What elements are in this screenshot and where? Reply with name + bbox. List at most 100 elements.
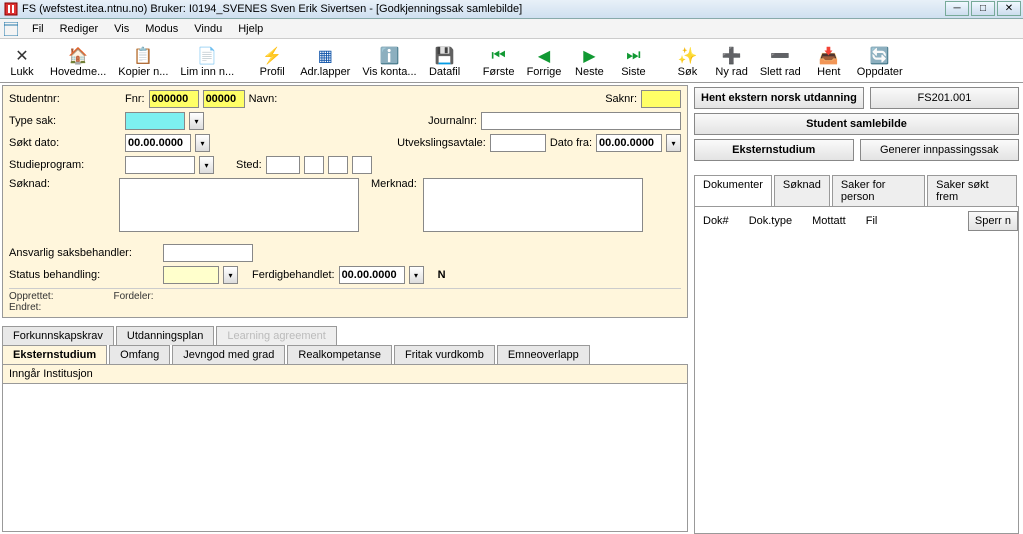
col-dok: Dok#	[703, 215, 729, 227]
journalnr-label: Journalnr:	[367, 115, 477, 127]
tb-hovedme-label: Hovedme...	[50, 66, 106, 78]
first-icon: ⏮	[491, 46, 505, 66]
tb-adrlapper-label: Adr.lapper	[300, 66, 350, 78]
dato-fra-input[interactable]	[596, 134, 662, 152]
btn-sperr[interactable]: Sperr n	[968, 211, 1018, 231]
saknr-input[interactable]	[641, 90, 681, 108]
status-label: Status behandling:	[9, 269, 159, 281]
col-mottatt: Mottatt	[812, 215, 846, 227]
menu-vis[interactable]: Vis	[106, 21, 137, 37]
rtab-saker-sokt-frem[interactable]: Saker søkt frem	[927, 175, 1017, 206]
sted-input-2[interactable]	[304, 156, 324, 174]
tb-nyrad[interactable]: ➕Ny rad	[709, 39, 753, 82]
delete-row-icon: ➖	[770, 46, 790, 66]
tb-viskonta[interactable]: ℹ️Vis konta...	[356, 39, 422, 82]
ferdig-dato-dropdown[interactable]: ▾	[409, 266, 424, 284]
fnr2-input[interactable]	[203, 90, 245, 108]
rtab-soknad[interactable]: Søknad	[774, 175, 830, 206]
tb-siste[interactable]: ⏭Siste	[611, 39, 655, 82]
btn-student-samlebilde[interactable]: Student samlebilde	[694, 113, 1019, 135]
tab-omfang[interactable]: Omfang	[109, 345, 170, 364]
paste-icon: 📄	[197, 46, 217, 66]
lightning-icon: ⚡	[262, 46, 282, 66]
tb-liminn[interactable]: 📄Lim inn n...	[174, 39, 240, 82]
menu-bar: Fil Rediger Vis Modus Vindu Hjelp	[0, 19, 1023, 39]
dato-fra-dropdown[interactable]: ▾	[666, 134, 681, 152]
tab-fritak[interactable]: Fritak vurdkomb	[394, 345, 495, 364]
tb-lukk[interactable]: ✕Lukk	[0, 39, 44, 82]
tb-hent[interactable]: 📥Hent	[807, 39, 851, 82]
tb-slettrad-label: Slett rad	[760, 66, 801, 78]
upper-tabstrip: Forkunnskapskrav Utdanningsplan Learning…	[2, 326, 688, 345]
studieprogram-input[interactable]	[125, 156, 195, 174]
detail-header: Inngår Institusjon	[3, 365, 687, 384]
sted-input-4[interactable]	[352, 156, 372, 174]
menu-fil[interactable]: Fil	[24, 21, 52, 37]
mdi-window-icon[interactable]	[4, 22, 18, 36]
btn-hent-ekstern[interactable]: Hent ekstern norsk utdanning	[694, 87, 864, 109]
status-input[interactable]	[163, 266, 219, 284]
window-close-button[interactable]: ✕	[997, 1, 1021, 16]
tab-emneoverlapp[interactable]: Emneoverlapp	[497, 345, 590, 364]
tab-realkompetanse[interactable]: Realkompetanse	[287, 345, 392, 364]
sted-input-1[interactable]	[266, 156, 300, 174]
sokt-dato-dropdown[interactable]: ▾	[195, 134, 210, 152]
rtab-saker-person[interactable]: Saker for person	[832, 175, 925, 206]
tb-forste[interactable]: ⏮Første	[477, 39, 521, 82]
merknad-textarea[interactable]	[423, 178, 643, 232]
btn-generer-innpassingssak[interactable]: Generer innpassingssak	[860, 139, 1020, 161]
tab-eksternstudium[interactable]: Eksternstudium	[2, 345, 107, 364]
tb-hovedmeny[interactable]: 🏠Hovedme...	[44, 39, 112, 82]
sokt-dato-input[interactable]	[125, 134, 191, 152]
window-title: FS (wefstest.itea.ntnu.no) Bruker: I0194…	[22, 3, 522, 15]
opprettet-label: Opprettet:	[9, 291, 53, 302]
rtab-dokumenter[interactable]: Dokumenter	[694, 175, 772, 206]
right-list-panel: Dok# Dok.type Mottatt Fil Sperr n	[694, 206, 1019, 534]
tb-neste-label: Neste	[575, 66, 604, 78]
tb-kopier[interactable]: 📋Kopier n...	[112, 39, 174, 82]
ansvarlig-label: Ansvarlig saksbehandler:	[9, 247, 159, 259]
sted-input-3[interactable]	[328, 156, 348, 174]
soknad-textarea[interactable]	[119, 178, 359, 232]
tb-sok-label: Søk	[678, 66, 698, 78]
endret-label: Endret:	[9, 302, 53, 313]
type-sak-input[interactable]	[125, 112, 185, 130]
lower-tabstrip: Eksternstudium Omfang Jevngod med grad R…	[2, 345, 688, 364]
tab-jevngod[interactable]: Jevngod med grad	[172, 345, 285, 364]
menu-hjelp[interactable]: Hjelp	[230, 21, 271, 37]
journalnr-input[interactable]	[481, 112, 681, 130]
tb-neste[interactable]: ▶Neste	[567, 39, 611, 82]
tab-forkunnskapskrav[interactable]: Forkunnskapskrav	[2, 326, 114, 345]
btn-fs201[interactable]: FS201.001	[870, 87, 1019, 109]
tb-kopier-label: Kopier n...	[118, 66, 168, 78]
tb-forrige[interactable]: ◀Forrige	[521, 39, 568, 82]
menu-modus[interactable]: Modus	[137, 21, 186, 37]
window-minimize-button[interactable]: ─	[945, 1, 969, 16]
menu-rediger[interactable]: Rediger	[52, 21, 107, 37]
tb-profil[interactable]: ⚡Profil	[250, 39, 294, 82]
type-sak-dropdown[interactable]: ▾	[189, 112, 204, 130]
menu-vindu[interactable]: Vindu	[186, 21, 230, 37]
tb-oppdater[interactable]: 🔄Oppdater	[851, 39, 909, 82]
ferdig-flag: N	[438, 269, 446, 281]
app-icon	[4, 2, 18, 16]
dato-fra-label: Dato fra:	[550, 137, 592, 149]
tb-slettrad[interactable]: ➖Slett rad	[754, 39, 807, 82]
window-maximize-button[interactable]: □	[971, 1, 995, 16]
tb-datafil[interactable]: 💾Datafil	[423, 39, 467, 82]
tb-adrlapper[interactable]: ▦Adr.lapper	[294, 39, 356, 82]
tb-forrige-label: Forrige	[527, 66, 562, 78]
studieprogram-dropdown[interactable]: ▾	[199, 156, 214, 174]
tab-utdanningsplan[interactable]: Utdanningsplan	[116, 326, 214, 345]
tb-lukk-label: Lukk	[10, 66, 33, 78]
status-dropdown[interactable]: ▾	[223, 266, 238, 284]
btn-eksternstudium[interactable]: Eksternstudium	[694, 139, 854, 161]
ansvarlig-input[interactable]	[163, 244, 253, 262]
ferdig-dato-input[interactable]	[339, 266, 405, 284]
tb-sok[interactable]: ✨Søk	[665, 39, 709, 82]
utveksl-input[interactable]	[490, 134, 546, 152]
disk-icon: 💾	[435, 46, 455, 66]
tab-learning-agreement[interactable]: Learning agreement	[216, 326, 336, 345]
studieprogram-label: Studieprogram:	[9, 159, 119, 171]
fnr1-input[interactable]	[149, 90, 199, 108]
